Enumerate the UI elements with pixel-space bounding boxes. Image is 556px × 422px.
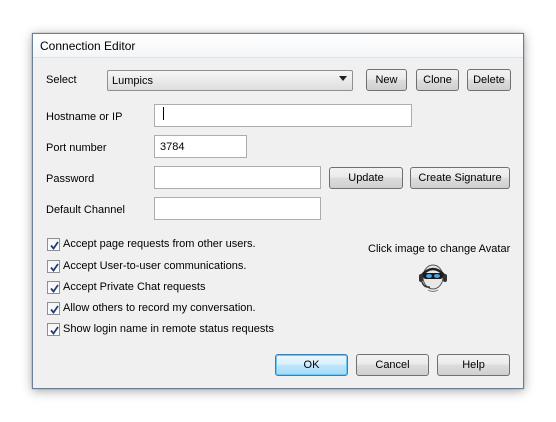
checkbox[interactable] [47,260,60,273]
avatar-hint: Click image to change Avatar [368,243,511,255]
headset-avatar-icon[interactable] [416,260,450,294]
checkbox[interactable] [47,323,60,336]
option-label: Accept User-to-user communications. [63,260,247,272]
connection-select-value: Lumpics [112,75,153,87]
hostname-label: Hostname or IP [46,111,123,123]
connection-select[interactable]: Lumpics [107,70,353,91]
new-button[interactable]: New [366,69,407,91]
checkmark-icon [50,263,59,272]
checkmark-icon [50,326,59,335]
password-field[interactable] [154,166,321,189]
help-button[interactable]: Help [437,354,510,376]
select-label: Select [46,74,77,86]
cancel-button[interactable]: Cancel [356,354,429,376]
connection-editor-dialog: Connection Editor Select Lumpics New Clo… [32,33,524,389]
window-title: Connection Editor [40,39,136,53]
option-label: Show login name in remote status request… [63,323,274,335]
text-caret [163,107,164,120]
checkbox[interactable] [47,281,60,294]
option-label: Accept page requests from other users. [63,238,256,250]
checkbox[interactable] [47,302,60,315]
option-label: Accept Private Chat requests [63,281,206,293]
delete-button[interactable]: Delete [467,69,511,91]
port-label: Port number [46,142,107,154]
create-signature-button[interactable]: Create Signature [410,167,510,189]
checkmark-icon [50,284,59,293]
password-label: Password [46,173,95,185]
clone-button[interactable]: Clone [416,69,459,91]
update-button[interactable]: Update [329,167,403,189]
checkmark-icon [50,305,59,314]
ok-button[interactable]: OK [275,354,348,376]
hostname-field[interactable] [154,104,412,127]
checkbox[interactable] [47,238,60,251]
default-channel-field[interactable] [154,197,321,220]
chevron-down-icon[interactable] [339,76,347,81]
option-label: Allow others to record my conversation. [63,302,256,314]
port-field[interactable] [154,135,247,158]
default-channel-label: Default Channel [46,204,125,216]
title-bar[interactable]: Connection Editor [33,34,523,58]
checkmark-icon [50,241,59,250]
